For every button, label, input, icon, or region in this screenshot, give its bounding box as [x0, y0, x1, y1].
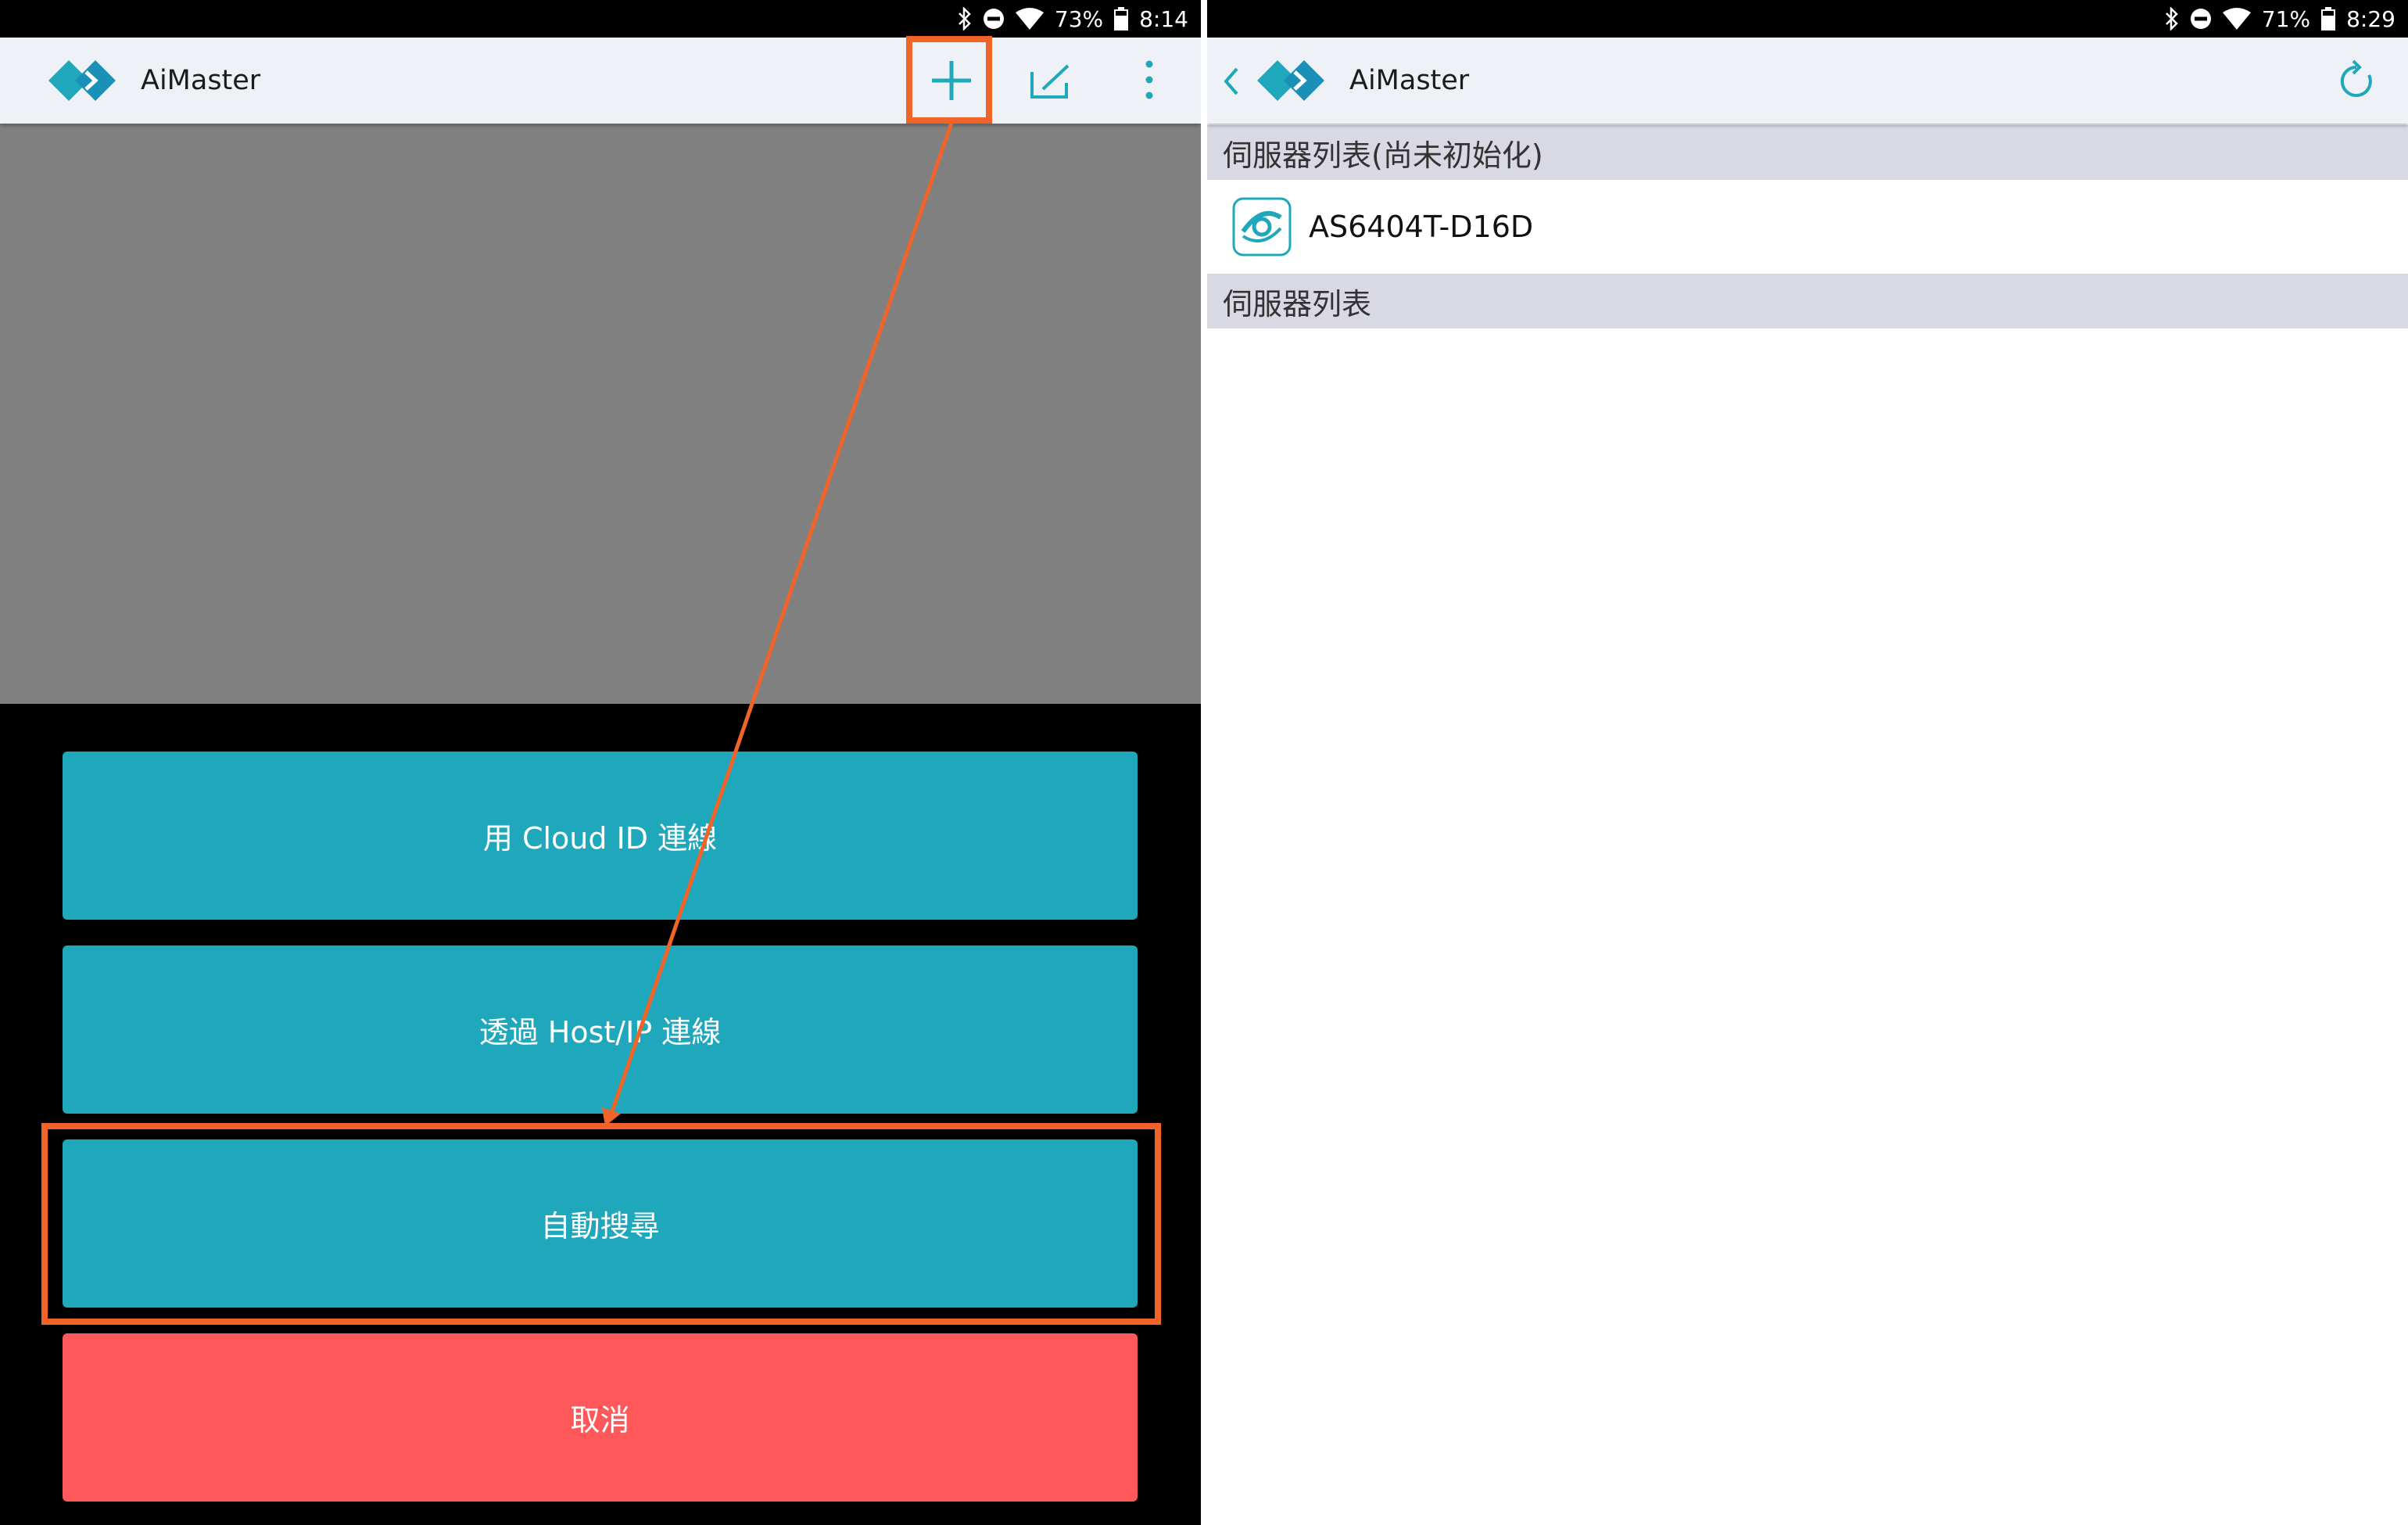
dimmed-background — [0, 124, 1201, 704]
auto-search-button[interactable]: 自動搜尋 — [63, 1139, 1138, 1308]
wifi-icon — [1015, 8, 1044, 30]
app-title: AiMaster — [1349, 65, 1470, 96]
aimaster-logo-icon — [48, 60, 116, 101]
battery-icon — [1114, 7, 1129, 30]
battery-percent: 71% — [2261, 5, 2311, 32]
app-bar: AiMaster — [0, 38, 1201, 124]
status-bar: 71% 8:29 — [1207, 0, 2408, 38]
server-name: AS6404T-D16D — [1309, 210, 1534, 244]
asustor-app-icon — [1232, 197, 1292, 257]
uninitialized-server-list-header: 伺服器列表(尚未初始化) — [1207, 125, 2408, 180]
more-vertical-icon — [1145, 60, 1153, 99]
connect-cloud-id-button[interactable]: 用 Cloud ID 連線 — [63, 752, 1138, 920]
left-screen: 73% 8:14 AiMaster 用 Cloud ID 連線 透過 Host/… — [0, 0, 1201, 1525]
refresh-button[interactable] — [2333, 58, 2380, 105]
more-options-button[interactable] — [1135, 58, 1163, 105]
back-button[interactable] — [1220, 64, 1243, 99]
bluetooth-icon — [2165, 7, 2178, 30]
app-bar: AiMaster — [1207, 38, 2408, 124]
wifi-icon — [2222, 8, 2251, 30]
refresh-icon — [2340, 59, 2372, 97]
battery-icon — [2321, 7, 2336, 30]
right-screen: 71% 8:29 AiMaster 伺服器列表(尚未初始化) AS6404T-D… — [1207, 0, 2408, 1525]
cancel-button[interactable]: 取消 — [63, 1333, 1138, 1502]
clock: 8:29 — [2346, 5, 2395, 32]
screen-divider — [1201, 0, 1207, 1525]
back-chevron-icon — [1224, 67, 1238, 95]
add-button[interactable] — [924, 53, 979, 108]
connect-host-ip-button[interactable]: 透過 Host/IP 連線 — [63, 946, 1138, 1114]
server-list-header: 伺服器列表 — [1207, 274, 2408, 328]
do-not-disturb-icon — [983, 9, 1004, 29]
server-list-item[interactable]: AS6404T-D16D — [1207, 181, 2408, 272]
bluetooth-icon — [958, 7, 971, 30]
status-bar: 73% 8:14 — [0, 0, 1201, 38]
aimaster-logo-icon — [1257, 60, 1324, 101]
do-not-disturb-icon — [2190, 9, 2211, 29]
battery-percent: 73% — [1054, 5, 1104, 32]
edit-icon — [1030, 64, 1070, 99]
app-title: AiMaster — [141, 65, 261, 96]
edit-button[interactable] — [1026, 56, 1076, 106]
clock: 8:14 — [1139, 5, 1188, 32]
plus-icon — [932, 61, 971, 100]
